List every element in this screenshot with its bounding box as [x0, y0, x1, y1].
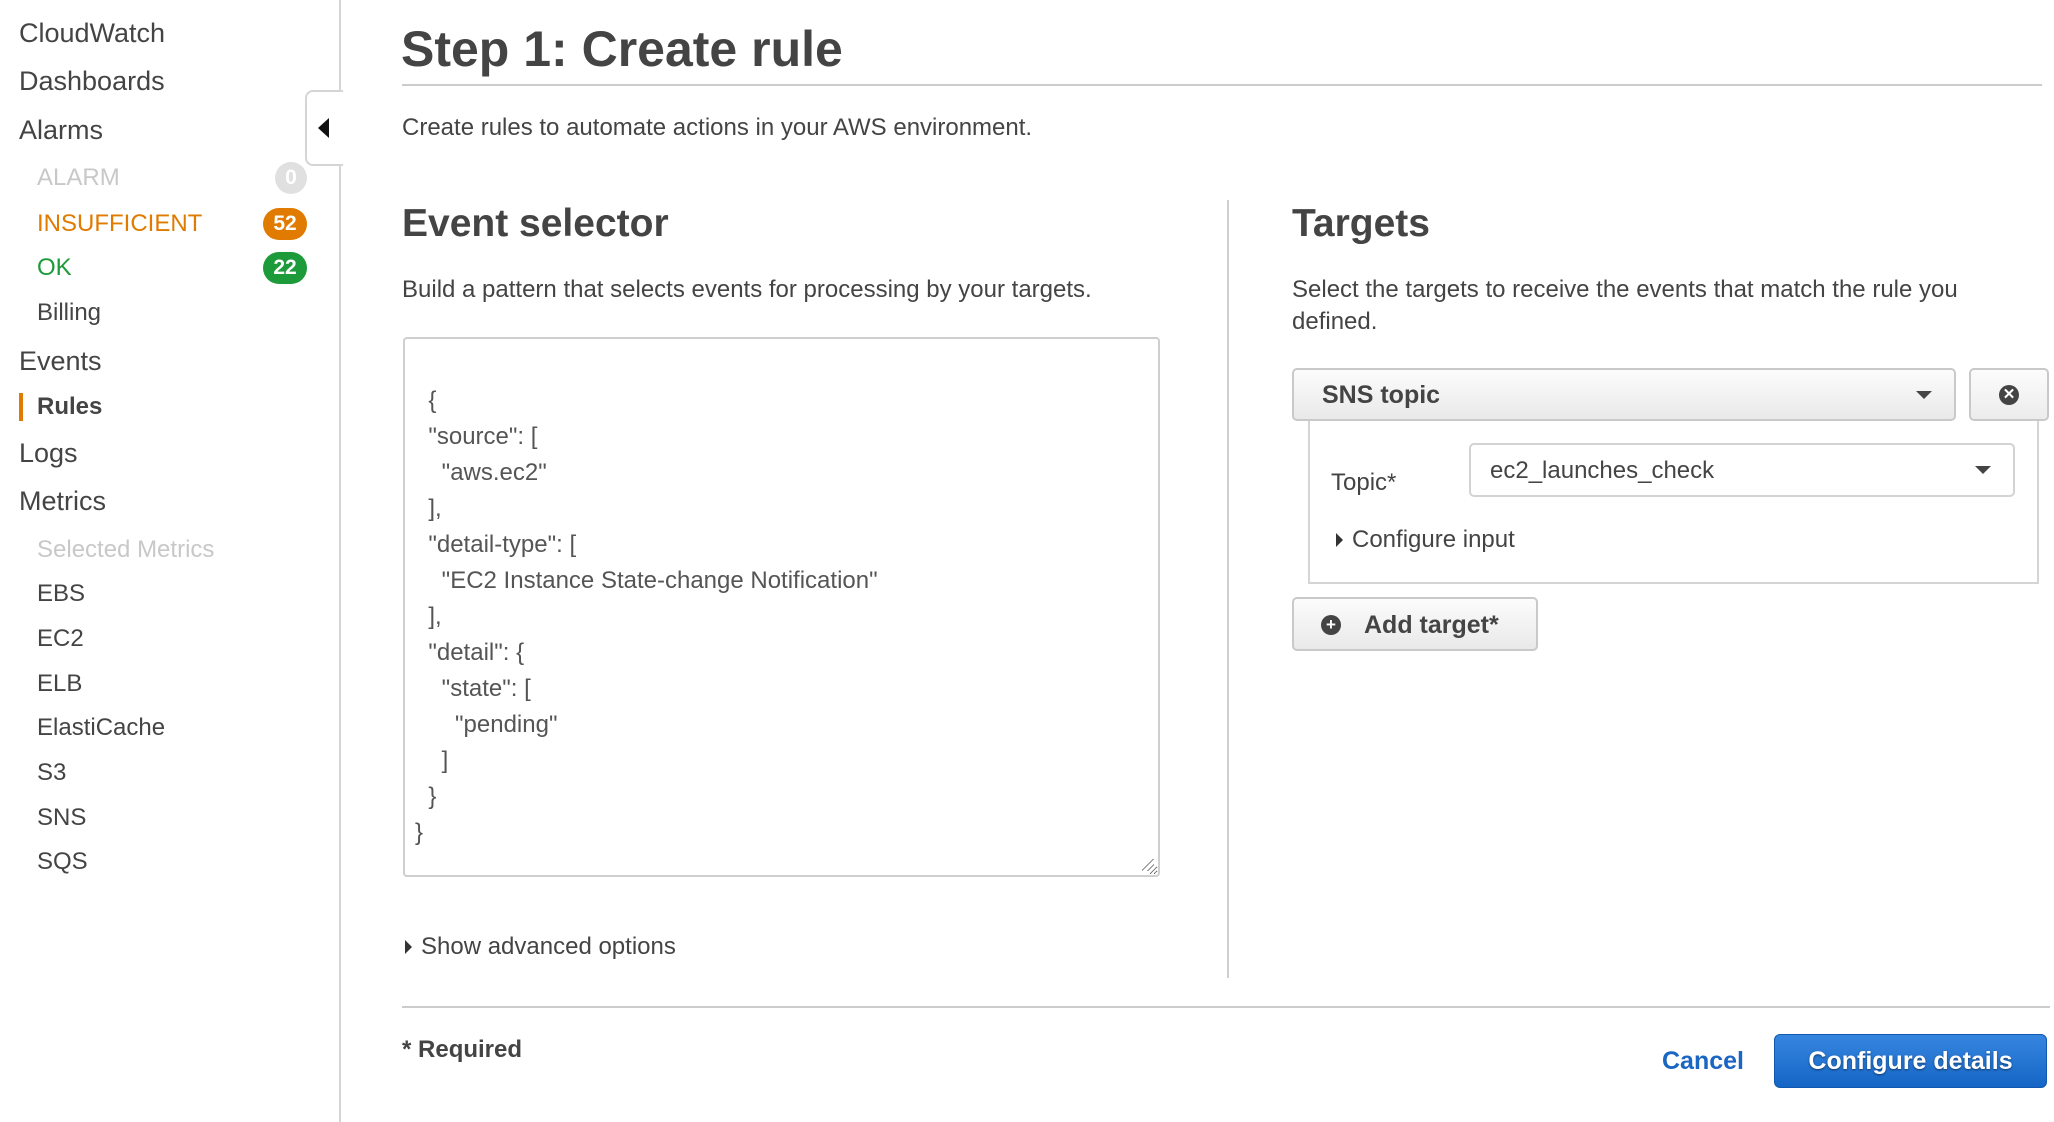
topic-label: Topic*	[1331, 469, 1397, 496]
sidebar-item-dashboards[interactable]: Dashboards	[19, 66, 165, 97]
topic-select[interactable]: ec2_launches_check	[1469, 443, 2015, 497]
targets-heading: Targets	[1292, 202, 1430, 245]
resize-handle-icon[interactable]	[1142, 859, 1154, 871]
sidebar-collapse-button[interactable]	[305, 90, 343, 166]
sidebar-item-logs[interactable]: Logs	[19, 438, 78, 469]
sidebar-item-alarm-state[interactable]: ALARM	[37, 164, 120, 192]
show-advanced-options-toggle[interactable]: Show advanced options	[405, 933, 676, 961]
sidebar-item-sqs[interactable]: SQS	[37, 848, 88, 876]
sidebar-item-events[interactable]: Events	[19, 346, 102, 377]
target-type-value: SNS topic	[1322, 381, 1441, 409]
sidebar-nav: CloudWatch Dashboards Alarms ALARM 0 INS…	[0, 0, 341, 1122]
sidebar-item-s3[interactable]: S3	[37, 759, 66, 787]
sidebar-item-selected-metrics[interactable]: Selected Metrics	[37, 536, 214, 564]
sidebar-item-metrics[interactable]: Metrics	[19, 486, 106, 517]
event-pattern-text: { "source": [ "aws.ec2" ], "detail-type"…	[415, 387, 878, 846]
title-divider	[402, 84, 2042, 86]
sidebar-item-ok[interactable]: OK	[37, 254, 72, 282]
configure-details-button[interactable]: Configure details	[1774, 1034, 2047, 1088]
sidebar-item-ec2[interactable]: EC2	[37, 625, 84, 653]
event-selector-heading: Event selector	[402, 202, 669, 245]
sidebar-item-insufficient[interactable]: INSUFFICIENT	[37, 210, 202, 238]
plus-circle-icon: +	[1321, 615, 1341, 635]
event-selector-description: Build a pattern that selects events for …	[402, 276, 1092, 303]
sidebar-item-ebs[interactable]: EBS	[37, 580, 85, 608]
topic-value: ec2_launches_check	[1490, 457, 1715, 484]
sidebar-item-cloudwatch[interactable]: CloudWatch	[19, 18, 165, 49]
add-target-button[interactable]: + Add target*	[1292, 597, 1538, 651]
insufficient-count-badge: 52	[263, 208, 307, 240]
sidebar-item-elb[interactable]: ELB	[37, 670, 82, 698]
caret-left-icon	[317, 118, 329, 138]
sidebar-item-alarms[interactable]: Alarms	[19, 115, 103, 146]
sidebar-item-billing[interactable]: Billing	[37, 299, 101, 327]
alarm-count-badge: 0	[275, 162, 307, 194]
caret-right-icon	[1336, 533, 1343, 547]
required-note: * Required	[402, 1036, 523, 1063]
chevron-down-icon	[1916, 391, 1932, 399]
caret-right-icon	[405, 940, 412, 954]
remove-target-button[interactable]: ✕	[1969, 368, 2049, 421]
add-target-label: Add target*	[1364, 611, 1499, 639]
configure-input-toggle[interactable]: Configure input	[1336, 526, 1515, 554]
page-title: Step 1: Create rule	[401, 21, 843, 77]
targets-description: Select the targets to receive the events…	[1292, 276, 1958, 335]
configure-input-label: Configure input	[1352, 526, 1515, 553]
footer-divider	[402, 1006, 2050, 1008]
event-pattern-editor[interactable]: { "source": [ "aws.ec2" ], "detail-type"…	[403, 337, 1160, 877]
active-indicator	[19, 393, 23, 421]
page-subtitle: Create rules to automate actions in your…	[402, 114, 1033, 141]
column-divider	[1227, 200, 1229, 978]
x-circle-icon: ✕	[1999, 384, 2019, 405]
sidebar-item-sns[interactable]: SNS	[37, 804, 86, 832]
ok-count-badge: 22	[263, 252, 307, 284]
cancel-button[interactable]: Cancel	[1662, 1047, 1744, 1076]
sidebar-item-elasticache[interactable]: ElastiCache	[37, 714, 165, 742]
target-type-select[interactable]: SNS topic	[1292, 368, 1956, 421]
chevron-down-icon	[1975, 466, 1991, 474]
show-advanced-options-label: Show advanced options	[421, 933, 676, 960]
sidebar-item-rules[interactable]: Rules	[37, 393, 102, 421]
